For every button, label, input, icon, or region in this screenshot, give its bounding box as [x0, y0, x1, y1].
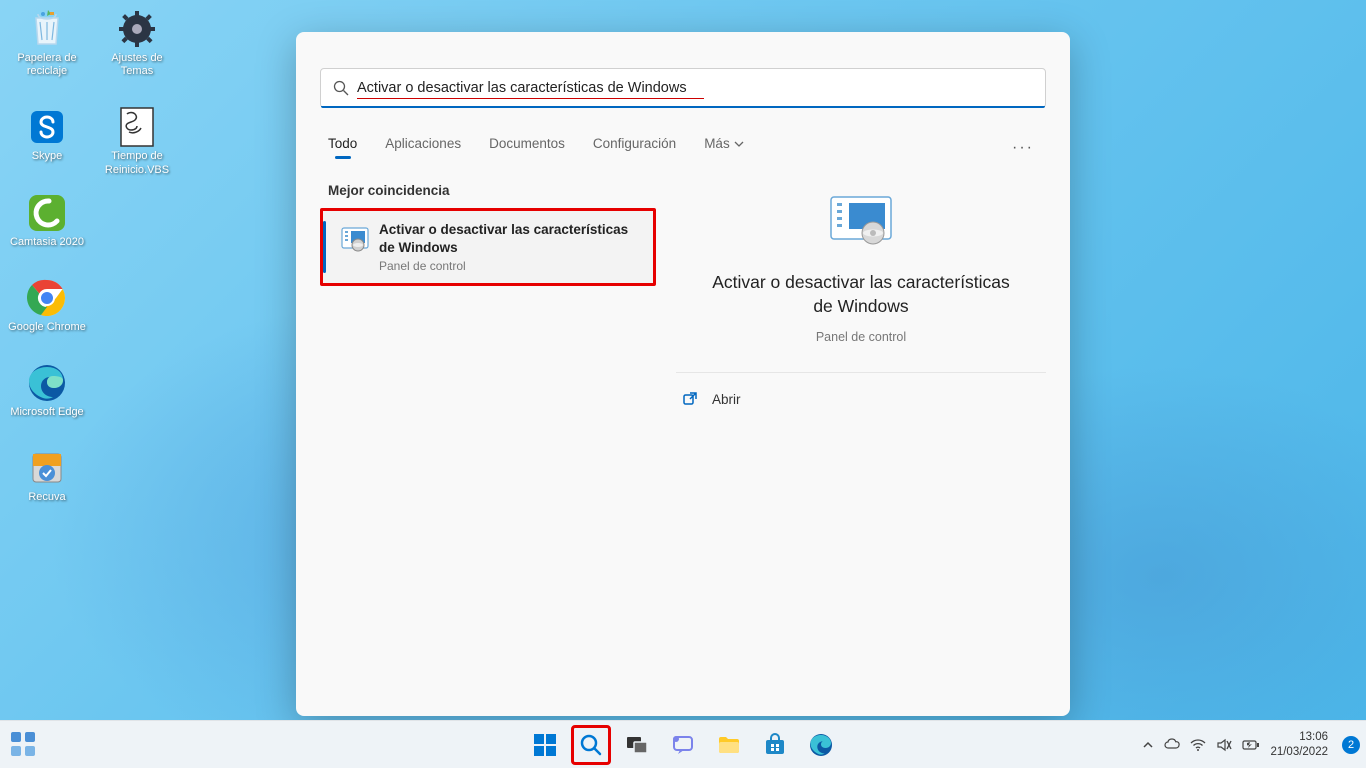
store-button[interactable]	[755, 725, 795, 765]
chat-button[interactable]	[663, 725, 703, 765]
search-icon	[333, 80, 349, 96]
gear-icon	[116, 8, 158, 50]
desktop-icon-recuva[interactable]: Recuva	[8, 447, 86, 504]
edge-icon	[26, 362, 68, 404]
desktop-icon-label: Recuva	[28, 491, 65, 504]
taskbar: 13:06 21/03/2022 2	[0, 720, 1366, 768]
desktop-icon-label: Microsoft Edge	[10, 406, 83, 419]
start-button[interactable]	[525, 725, 565, 765]
tab-all[interactable]: Todo	[328, 136, 357, 159]
recycle-bin-icon	[26, 8, 68, 50]
search-query-text: Activar o desactivar las características…	[357, 80, 687, 96]
recuva-icon	[26, 447, 68, 489]
chevron-down-icon	[734, 139, 744, 149]
battery-icon[interactable]	[1242, 738, 1260, 752]
taskbar-right: 13:06 21/03/2022 2	[1142, 730, 1360, 759]
preview-subtitle: Panel de control	[816, 330, 906, 344]
task-view-button[interactable]	[617, 725, 657, 765]
desktop-icons-col1: Papelera de reciclaje Skype Camtasia 202…	[8, 8, 86, 504]
clock-time: 13:06	[1299, 730, 1328, 744]
desktop-icon-label: Google Chrome	[8, 321, 86, 334]
desktop-icon-label: Camtasia 2020	[10, 236, 84, 249]
search-panel: Activar o desactivar las características…	[296, 32, 1070, 716]
widgets-button[interactable]	[10, 731, 38, 759]
edge-taskbar-button[interactable]	[801, 725, 841, 765]
separator	[676, 372, 1046, 373]
desktop-icon-reboot-script[interactable]: Tiempo de Reinicio.VBS	[98, 106, 176, 176]
desktop-icon-label: Papelera de reciclaje	[8, 52, 86, 78]
options-button[interactable]: ···	[1012, 139, 1034, 157]
annotation-underline	[357, 98, 704, 100]
desktop-icon-edge[interactable]: Microsoft Edge	[8, 362, 86, 419]
desktop-icon-chrome[interactable]: Google Chrome	[8, 277, 86, 334]
search-result-item[interactable]: Activar o desactivar las características…	[323, 211, 653, 283]
open-icon	[682, 391, 698, 407]
open-label: Abrir	[712, 392, 741, 407]
search-input[interactable]: Activar o desactivar las características…	[320, 68, 1046, 108]
notification-badge[interactable]: 2	[1342, 736, 1360, 754]
preview-title: Activar o desactivar las características…	[701, 271, 1021, 318]
search-focus-line	[321, 106, 1045, 108]
search-button[interactable]	[571, 725, 611, 765]
desktop-icon-label: Skype	[32, 150, 63, 163]
desktop: Papelera de reciclaje Skype Camtasia 202…	[0, 0, 1366, 768]
desktop-icon-theme-settings[interactable]: Ajustes de Temas	[98, 8, 176, 78]
open-action[interactable]: Abrir	[682, 391, 741, 407]
tab-documents[interactable]: Documentos	[489, 136, 565, 159]
volume-icon[interactable]	[1216, 737, 1232, 753]
wifi-icon[interactable]	[1190, 737, 1206, 753]
tray-overflow-button[interactable]	[1142, 739, 1154, 751]
camtasia-icon	[26, 192, 68, 234]
desktop-icon-skype[interactable]: Skype	[8, 106, 86, 163]
tab-apps[interactable]: Aplicaciones	[385, 136, 461, 159]
taskbar-center	[525, 725, 841, 765]
script-file-icon	[116, 106, 158, 148]
desktop-icon-recycle-bin[interactable]: Papelera de reciclaje	[8, 8, 86, 78]
results-column: Mejor coincidencia Activar o desactivar …	[320, 183, 656, 696]
result-subtitle: Panel de control	[379, 259, 641, 273]
clock[interactable]: 13:06 21/03/2022	[1270, 730, 1328, 759]
chrome-icon	[26, 277, 68, 319]
desktop-icon-camtasia[interactable]: Camtasia 2020	[8, 192, 86, 249]
desktop-icon-label: Tiempo de Reinicio.VBS	[98, 150, 176, 176]
tab-settings[interactable]: Configuración	[593, 136, 676, 159]
best-match-label: Mejor coincidencia	[328, 183, 656, 198]
onedrive-icon[interactable]	[1164, 737, 1180, 753]
system-tray	[1142, 737, 1260, 753]
windows-features-icon-large	[829, 193, 893, 245]
result-title: Activar o desactivar las características…	[379, 221, 641, 257]
skype-icon	[26, 106, 68, 148]
search-tabs: Todo Aplicaciones Documentos Configuraci…	[328, 136, 1046, 159]
annotation-result-highlight: Activar o desactivar las características…	[320, 208, 656, 286]
desktop-icon-label: Ajustes de Temas	[98, 52, 176, 78]
tab-more[interactable]: Más	[704, 136, 744, 159]
windows-features-icon	[341, 225, 369, 253]
tab-more-label: Más	[704, 136, 730, 151]
file-explorer-button[interactable]	[709, 725, 749, 765]
preview-column: Activar o desactivar las características…	[656, 183, 1046, 696]
clock-date: 21/03/2022	[1270, 745, 1328, 759]
desktop-icons-col2: Ajustes de Temas Tiempo de Reinicio.VBS	[98, 8, 176, 177]
